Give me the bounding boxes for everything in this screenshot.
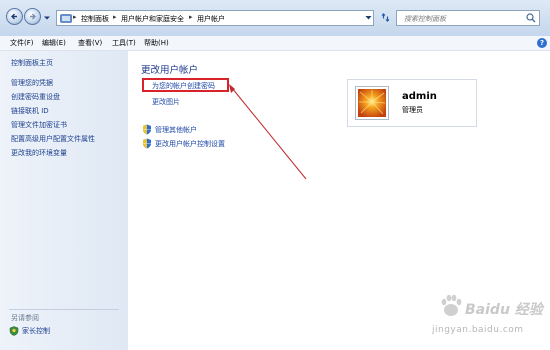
left-navigation-pane: 控制面板主页 管理您的凭据 创建密码重设盘 链接联机 ID 管理文件加密证书 配… bbox=[0, 51, 128, 350]
search-input[interactable]: 搜索控制面板 bbox=[396, 10, 540, 26]
address-bar-region: ▸ 控制面板 ▸ 用户帐户和家庭安全 ▸ 用户帐户 搜索控制面板 bbox=[0, 0, 550, 36]
see-also-divider bbox=[9, 309, 119, 310]
refresh-icon[interactable] bbox=[380, 12, 391, 23]
menu-help[interactable]: 帮助(H) bbox=[144, 38, 169, 48]
breadcrumb-user-accounts[interactable]: 用户帐户 bbox=[197, 14, 225, 24]
manage-credentials-link[interactable]: 管理您的凭据 bbox=[11, 78, 53, 88]
watermark-brand-text: Baidu 经验 bbox=[465, 302, 543, 318]
breadcrumb-separator-icon: ▸ bbox=[113, 13, 117, 21]
forward-button[interactable] bbox=[24, 8, 41, 25]
control-panel-home-link[interactable]: 控制面板主页 bbox=[11, 58, 53, 68]
menu-bar: 文件(F) 编辑(E) 查看(V) 工具(T) 帮助(H) bbox=[0, 36, 550, 51]
address-dropdown-icon[interactable] bbox=[365, 15, 372, 21]
watermark-url-text: jingyan.baidu.com bbox=[432, 325, 524, 335]
breadcrumb-user-accounts-family[interactable]: 用户帐户和家庭安全 bbox=[121, 14, 184, 24]
recent-pages-dropdown-icon[interactable] bbox=[43, 14, 51, 22]
breadcrumb-separator-icon: ▸ bbox=[73, 13, 77, 21]
baidu-watermark: Baidu 经验 jingyan.baidu.com bbox=[420, 279, 550, 350]
breadcrumb-control-panel[interactable]: 控制面板 bbox=[81, 14, 109, 24]
manage-encryption-certificates-link[interactable]: 管理文件加密证书 bbox=[11, 120, 67, 130]
menu-edit[interactable]: 编辑(E) bbox=[42, 38, 66, 48]
create-password-reset-disk-link[interactable]: 创建密码重设盘 bbox=[11, 92, 60, 102]
configure-profile-properties-link[interactable]: 配置高级用户配置文件属性 bbox=[11, 134, 95, 144]
back-arrow-icon bbox=[11, 13, 17, 20]
menu-view[interactable]: 查看(V) bbox=[78, 38, 102, 48]
forward-arrow-icon bbox=[30, 13, 36, 20]
parental-controls-icon bbox=[9, 326, 19, 336]
back-button[interactable] bbox=[6, 8, 23, 25]
address-field[interactable]: ▸ 控制面板 ▸ 用户帐户和家庭安全 ▸ 用户帐户 bbox=[56, 10, 374, 26]
breadcrumb-separator-icon: ▸ bbox=[189, 13, 193, 21]
see-also-heading: 另请参阅 bbox=[11, 314, 39, 322]
menu-tools[interactable]: 工具(T) bbox=[112, 38, 136, 48]
help-icon[interactable]: ? bbox=[537, 38, 547, 48]
control-panel-folder-icon bbox=[60, 14, 72, 23]
menu-file[interactable]: 文件(F) bbox=[10, 38, 34, 48]
search-icon[interactable] bbox=[526, 13, 536, 23]
baidu-paw-logo-icon bbox=[441, 294, 462, 316]
change-environment-variables-link[interactable]: 更改我的环境变量 bbox=[11, 148, 67, 158]
search-placeholder: 搜索控制面板 bbox=[404, 15, 446, 23]
link-online-id-link[interactable]: 链接联机 ID bbox=[11, 106, 49, 116]
parental-controls-link[interactable]: 家长控制 bbox=[22, 326, 50, 336]
